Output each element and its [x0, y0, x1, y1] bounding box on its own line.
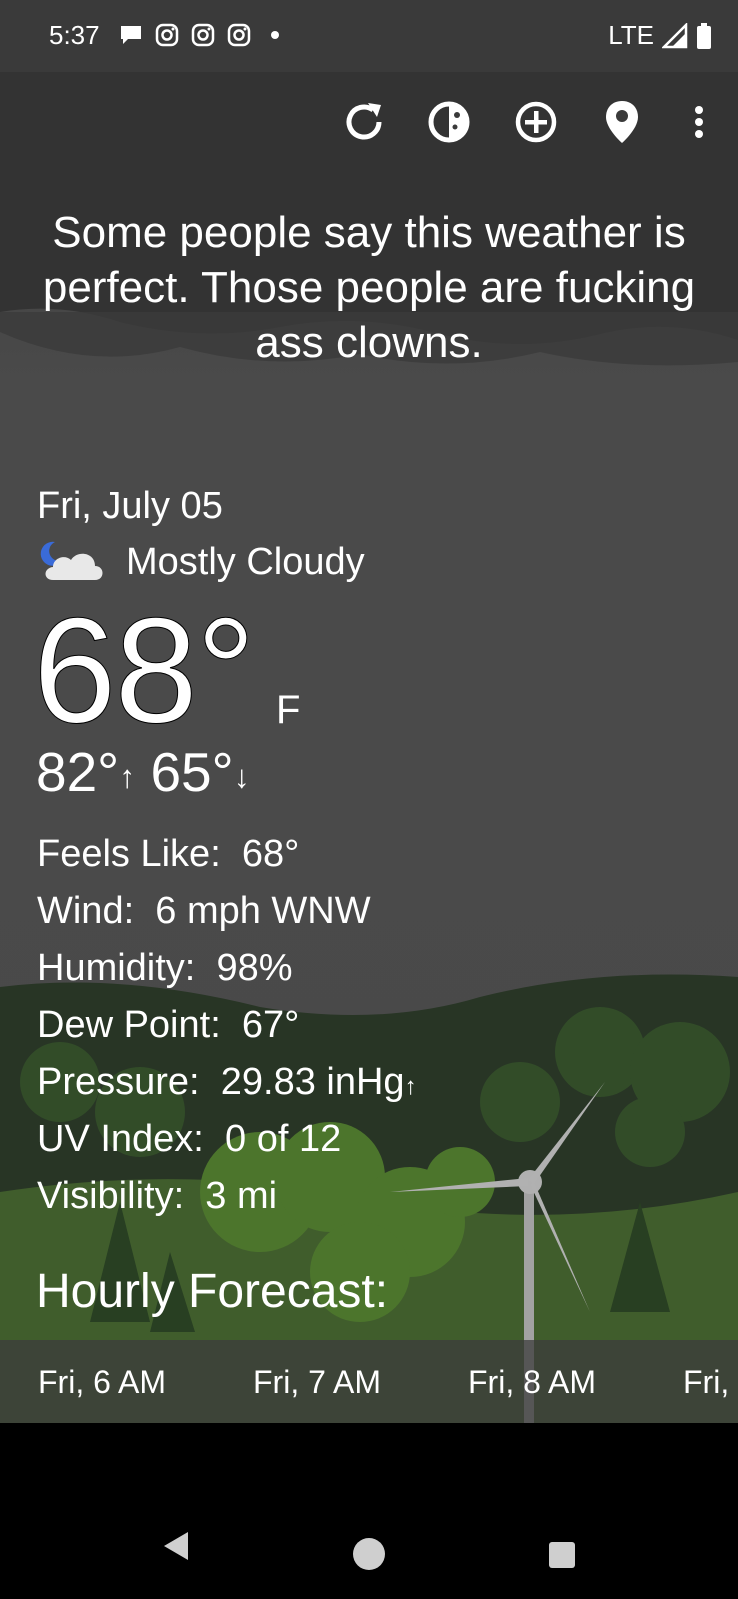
high-temperature: 82°: [36, 741, 120, 803]
refresh-icon: [346, 103, 382, 140]
detail-label: Dew Point:: [37, 1004, 221, 1046]
instagram-icon: [191, 23, 215, 47]
theme-button[interactable]: [423, 96, 475, 148]
current-date: Fri, July 05: [37, 485, 223, 527]
instagram-icon: [155, 23, 179, 47]
back-button[interactable]: [160, 1530, 192, 1567]
home-icon: [353, 1538, 385, 1570]
detail-value: 0 of 12: [225, 1118, 342, 1160]
hourly-item[interactable]: Fri, 8 AM: [468, 1364, 596, 1401]
home-button[interactable]: [352, 1537, 386, 1576]
app-toolbar: [0, 72, 738, 172]
pressure-rising-icon: ↑: [404, 1073, 417, 1100]
recents-icon: [549, 1542, 575, 1568]
hourly-item[interactable]: Fri,: [683, 1364, 729, 1401]
detail-value: 3 mi: [205, 1175, 278, 1217]
chat-bubble-icon: [121, 26, 141, 44]
wind-row: Wind: 6 mph WNW: [37, 883, 417, 940]
overflow-menu-button[interactable]: [674, 96, 724, 148]
arrow-up-icon: ↑: [119, 758, 136, 795]
location-pin-icon: [606, 101, 638, 143]
uv-index-row: UV Index: 0 of 12: [37, 1111, 417, 1168]
network-type: LTE: [608, 20, 654, 50]
location-button[interactable]: [596, 96, 648, 148]
theme-icon: [428, 101, 470, 143]
back-icon: [164, 1532, 188, 1560]
visibility-row: Visibility: 3 mi: [37, 1168, 417, 1225]
refresh-button[interactable]: [338, 96, 390, 148]
detail-label: Visibility:: [37, 1175, 185, 1217]
condition-text: Mostly Cloudy: [126, 541, 365, 583]
status-bar: 5:37 LTE: [0, 0, 738, 72]
battery-icon: [697, 22, 711, 49]
weather-details: Feels Like: 68° Wind: 6 mph WNW Humidity…: [37, 826, 417, 1225]
feels-like-row: Feels Like: 68°: [37, 826, 417, 883]
detail-value: 6 mph WNW: [155, 890, 371, 932]
notification-icons: [118, 22, 288, 48]
temperature-unit: F: [276, 688, 301, 732]
mostly-cloudy-night-icon: [37, 538, 109, 591]
detail-label: Feels Like:: [37, 833, 221, 875]
recents-button[interactable]: [548, 1541, 576, 1574]
dew-point-row: Dew Point: 67°: [37, 997, 417, 1054]
overflow-menu-icon: [695, 106, 703, 138]
low-temperature: 65°: [150, 741, 234, 803]
hourly-item[interactable]: Fri, 6 AM: [38, 1364, 166, 1401]
hourly-item[interactable]: Fri, 7 AM: [253, 1364, 381, 1401]
pressure-row: Pressure: 29.83 inHg↑: [37, 1054, 417, 1111]
detail-value: 98%: [216, 947, 293, 989]
hourly-forecast-title: Hourly Forecast:: [36, 1265, 389, 1318]
detail-label: Wind:: [37, 890, 135, 932]
detail-label: UV Index:: [37, 1118, 204, 1160]
instagram-icon: [227, 23, 251, 47]
signal-icon: [662, 22, 688, 48]
detail-value: 67°: [241, 1004, 300, 1046]
add-location-icon: [515, 101, 557, 143]
dot-icon: [271, 31, 279, 39]
detail-label: Pressure:: [37, 1061, 200, 1103]
arrow-down-icon: ↓: [233, 758, 250, 795]
high-low-temperatures: 82°↑ 65°↓: [36, 742, 250, 806]
detail-value: 68°: [241, 833, 300, 875]
status-indicators: LTE: [608, 20, 712, 51]
weather-headline: Some people say this weather is perfect.…: [42, 208, 696, 367]
add-location-button[interactable]: [510, 96, 562, 148]
current-temperature: 68°: [33, 586, 257, 754]
detail-label: Humidity:: [37, 947, 196, 989]
detail-value: 29.83 inHg: [220, 1061, 405, 1103]
status-time: 5:37: [49, 20, 100, 50]
humidity-row: Humidity: 98%: [37, 940, 417, 997]
